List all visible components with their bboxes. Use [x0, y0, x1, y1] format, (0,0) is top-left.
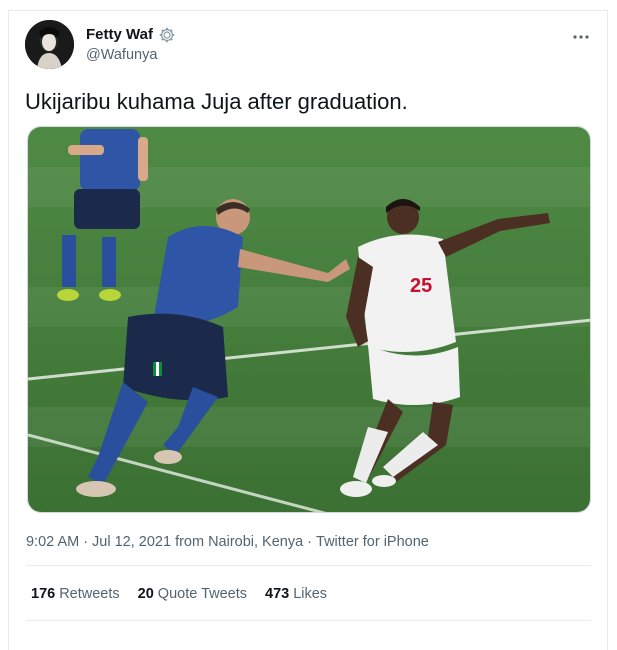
location-prefix: from: [175, 534, 205, 550]
svg-text:25: 25: [410, 275, 432, 297]
tweet-time[interactable]: 9:02 AM: [26, 534, 79, 550]
avatar[interactable]: [25, 20, 74, 69]
quote-count: 20: [137, 586, 154, 602]
tweet-media-image[interactable]: 25: [27, 126, 591, 513]
meta-separator: ·: [83, 534, 89, 550]
more-horizontal-icon[interactable]: [572, 24, 590, 45]
tweet-meta: 9:02 AM · Jul 12, 2021 from Nairobi, Ken…: [26, 534, 429, 550]
tweet-location[interactable]: Nairobi, Kenya: [208, 534, 303, 550]
tweet-stats: 176 Retweets 20 Quote Tweets 473 Likes: [31, 586, 327, 602]
author-name[interactable]: Fetty Waf: [86, 26, 153, 43]
tweet-client[interactable]: Twitter for iPhone: [316, 534, 429, 550]
retweets-stat[interactable]: 176 Retweets: [31, 586, 120, 602]
author-row: Fetty Waf: [86, 26, 175, 43]
quote-label: Quote Tweets: [157, 586, 247, 602]
divider: [26, 620, 591, 621]
tweet-text: Ukijaribu kuhama Juja after graduation.: [25, 89, 408, 114]
likes-label: Likes: [293, 586, 328, 602]
tweet-date[interactable]: Jul 12, 2021: [92, 534, 171, 550]
retweets-label: Retweets: [59, 586, 120, 602]
likes-count: 473: [265, 586, 290, 602]
verified-badge-icon: [159, 27, 175, 43]
meta-separator: ·: [307, 534, 313, 550]
likes-stat[interactable]: 473 Likes: [265, 586, 327, 602]
quote-tweets-stat[interactable]: 20 Quote Tweets: [138, 586, 247, 602]
divider: [26, 565, 591, 566]
author-handle[interactable]: @Wafunya: [86, 47, 157, 63]
retweets-count: 176: [31, 586, 56, 602]
